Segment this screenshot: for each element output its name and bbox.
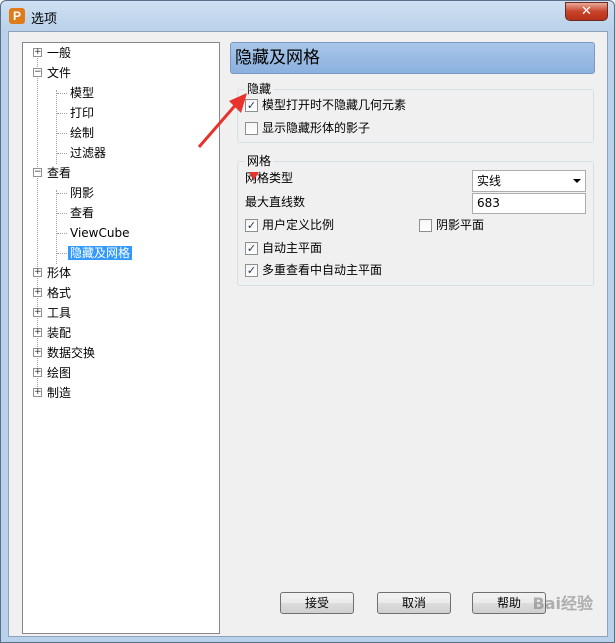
cancel-button[interactable]: 取消 <box>377 592 451 614</box>
tree-item-label: 模型 <box>70 86 95 100</box>
tree-item-model[interactable]: 模型 <box>70 84 94 102</box>
tree-item-label: 绘图 <box>47 366 72 380</box>
tree-item-format[interactable]: + 格式 <box>33 284 213 302</box>
tree-item-label: 打印 <box>70 106 95 120</box>
user-scale-checkbox[interactable]: ✓ <box>245 219 258 232</box>
tree-item-label: 查看 <box>47 166 72 180</box>
tree-item-print[interactable]: 打印 <box>70 104 94 122</box>
tree-item-body[interactable]: + 形体 <box>33 264 213 282</box>
tree-item-label: 一般 <box>47 46 72 60</box>
page-title: 隐藏及网格 <box>230 42 595 74</box>
tree-item-label: 查看 <box>70 206 95 220</box>
expand-icon[interactable]: + <box>33 348 42 357</box>
dialog-client-area: + 一般 − 文件 模型 打印 绘制 过滤器 − 查看 阴影 查看 ViewCu… <box>8 31 608 637</box>
grid-type-dropdown[interactable]: 实线 <box>472 170 586 192</box>
tree-item-general[interactable]: + 一般 <box>33 44 213 62</box>
tree-item-assembly[interactable]: + 装配 <box>33 324 213 342</box>
tree-item-label: 格式 <box>47 286 72 300</box>
tree-item-label: 制造 <box>47 386 72 400</box>
show-hidden-shadow-label: 显示隐藏形体的影子 <box>262 121 371 135</box>
expand-icon[interactable]: + <box>33 268 42 277</box>
title-bar[interactable]: P 选项 ✕ <box>1 1 614 31</box>
tree-item-filter[interactable]: 过滤器 <box>70 144 106 162</box>
tree-item-label: 过滤器 <box>70 146 107 160</box>
watermark: Bai经验 <box>532 594 593 613</box>
app-logo-icon: P <box>9 8 25 24</box>
expand-icon[interactable]: + <box>33 368 42 377</box>
tree-item-label: 形体 <box>47 266 72 280</box>
max-lines-label: 最大直线数 <box>245 195 306 209</box>
tree-item-draw[interactable]: 绘制 <box>70 124 94 142</box>
shadow-plane-label: 阴影平面 <box>436 218 485 232</box>
user-scale-label: 用户定义比例 <box>262 218 335 232</box>
tree-item-hide-and-grid[interactable]: 隐藏及网格 <box>68 244 133 262</box>
grid-type-value: 实线 <box>477 174 502 188</box>
tree-connector <box>57 193 67 194</box>
auto-plane-label: 自动主平面 <box>262 241 323 255</box>
tree-item-view-sub[interactable]: 查看 <box>70 204 94 222</box>
expand-icon[interactable]: + <box>33 48 42 57</box>
tree-connector <box>57 213 67 214</box>
annotation-arrow-icon <box>197 93 259 180</box>
expand-icon[interactable]: + <box>33 328 42 337</box>
tree-item-drawing[interactable]: + 绘图 <box>33 364 213 382</box>
tree-item-file[interactable]: − 文件 <box>33 64 213 82</box>
auto-plane-checkbox[interactable]: ✓ <box>245 242 258 255</box>
tree-item-label: 文件 <box>47 66 72 80</box>
collapse-icon[interactable]: − <box>33 168 42 177</box>
tree-item-tools[interactable]: + 工具 <box>33 304 213 322</box>
options-dialog: P 选项 ✕ + 一般 − 文件 模型 打印 绘制 过滤器 − 查看 阴影 查看… <box>0 0 615 643</box>
tree-item-data-exchange[interactable]: + 数据交换 <box>33 344 213 362</box>
max-lines-input[interactable]: 683 <box>472 193 586 214</box>
tree-item-label: 工具 <box>47 306 72 320</box>
tree-item-label: ViewCube <box>70 226 130 240</box>
expand-icon[interactable]: + <box>33 308 42 317</box>
multi-view-auto-plane-checkbox[interactable]: ✓ <box>245 264 258 277</box>
tree-connector <box>57 113 67 114</box>
chevron-down-icon <box>573 179 581 183</box>
expand-icon[interactable]: + <box>33 288 42 297</box>
tree-connector <box>57 153 67 154</box>
tree-item-label: 隐藏及网格 <box>68 246 133 260</box>
expand-icon[interactable]: + <box>33 388 42 397</box>
tree-item-viewcube[interactable]: ViewCube <box>70 224 129 242</box>
close-button[interactable]: ✕ <box>565 2 608 21</box>
tree-item-label: 装配 <box>47 326 72 340</box>
tree-connector <box>57 253 67 254</box>
tree-item-manufacturing[interactable]: + 制造 <box>33 384 213 402</box>
tree-item-label: 数据交换 <box>47 346 96 360</box>
tree-item-view[interactable]: − 查看 <box>33 164 213 182</box>
tree-connector <box>57 133 67 134</box>
collapse-icon[interactable]: − <box>33 68 42 77</box>
no-hide-geometry-label: 模型打开时不隐藏几何元素 <box>262 98 407 112</box>
tree-connector <box>57 233 67 234</box>
tree-item-label: 绘制 <box>70 126 95 140</box>
window-title: 选项 <box>31 12 58 27</box>
tree-item-label: 阴影 <box>70 186 95 200</box>
tree-item-shading[interactable]: 阴影 <box>70 184 94 202</box>
shadow-plane-checkbox[interactable] <box>419 219 432 232</box>
tree-connector <box>57 93 67 94</box>
ok-button[interactable]: 接受 <box>280 592 354 614</box>
multi-view-auto-plane-label: 多重查看中自动主平面 <box>262 263 383 277</box>
